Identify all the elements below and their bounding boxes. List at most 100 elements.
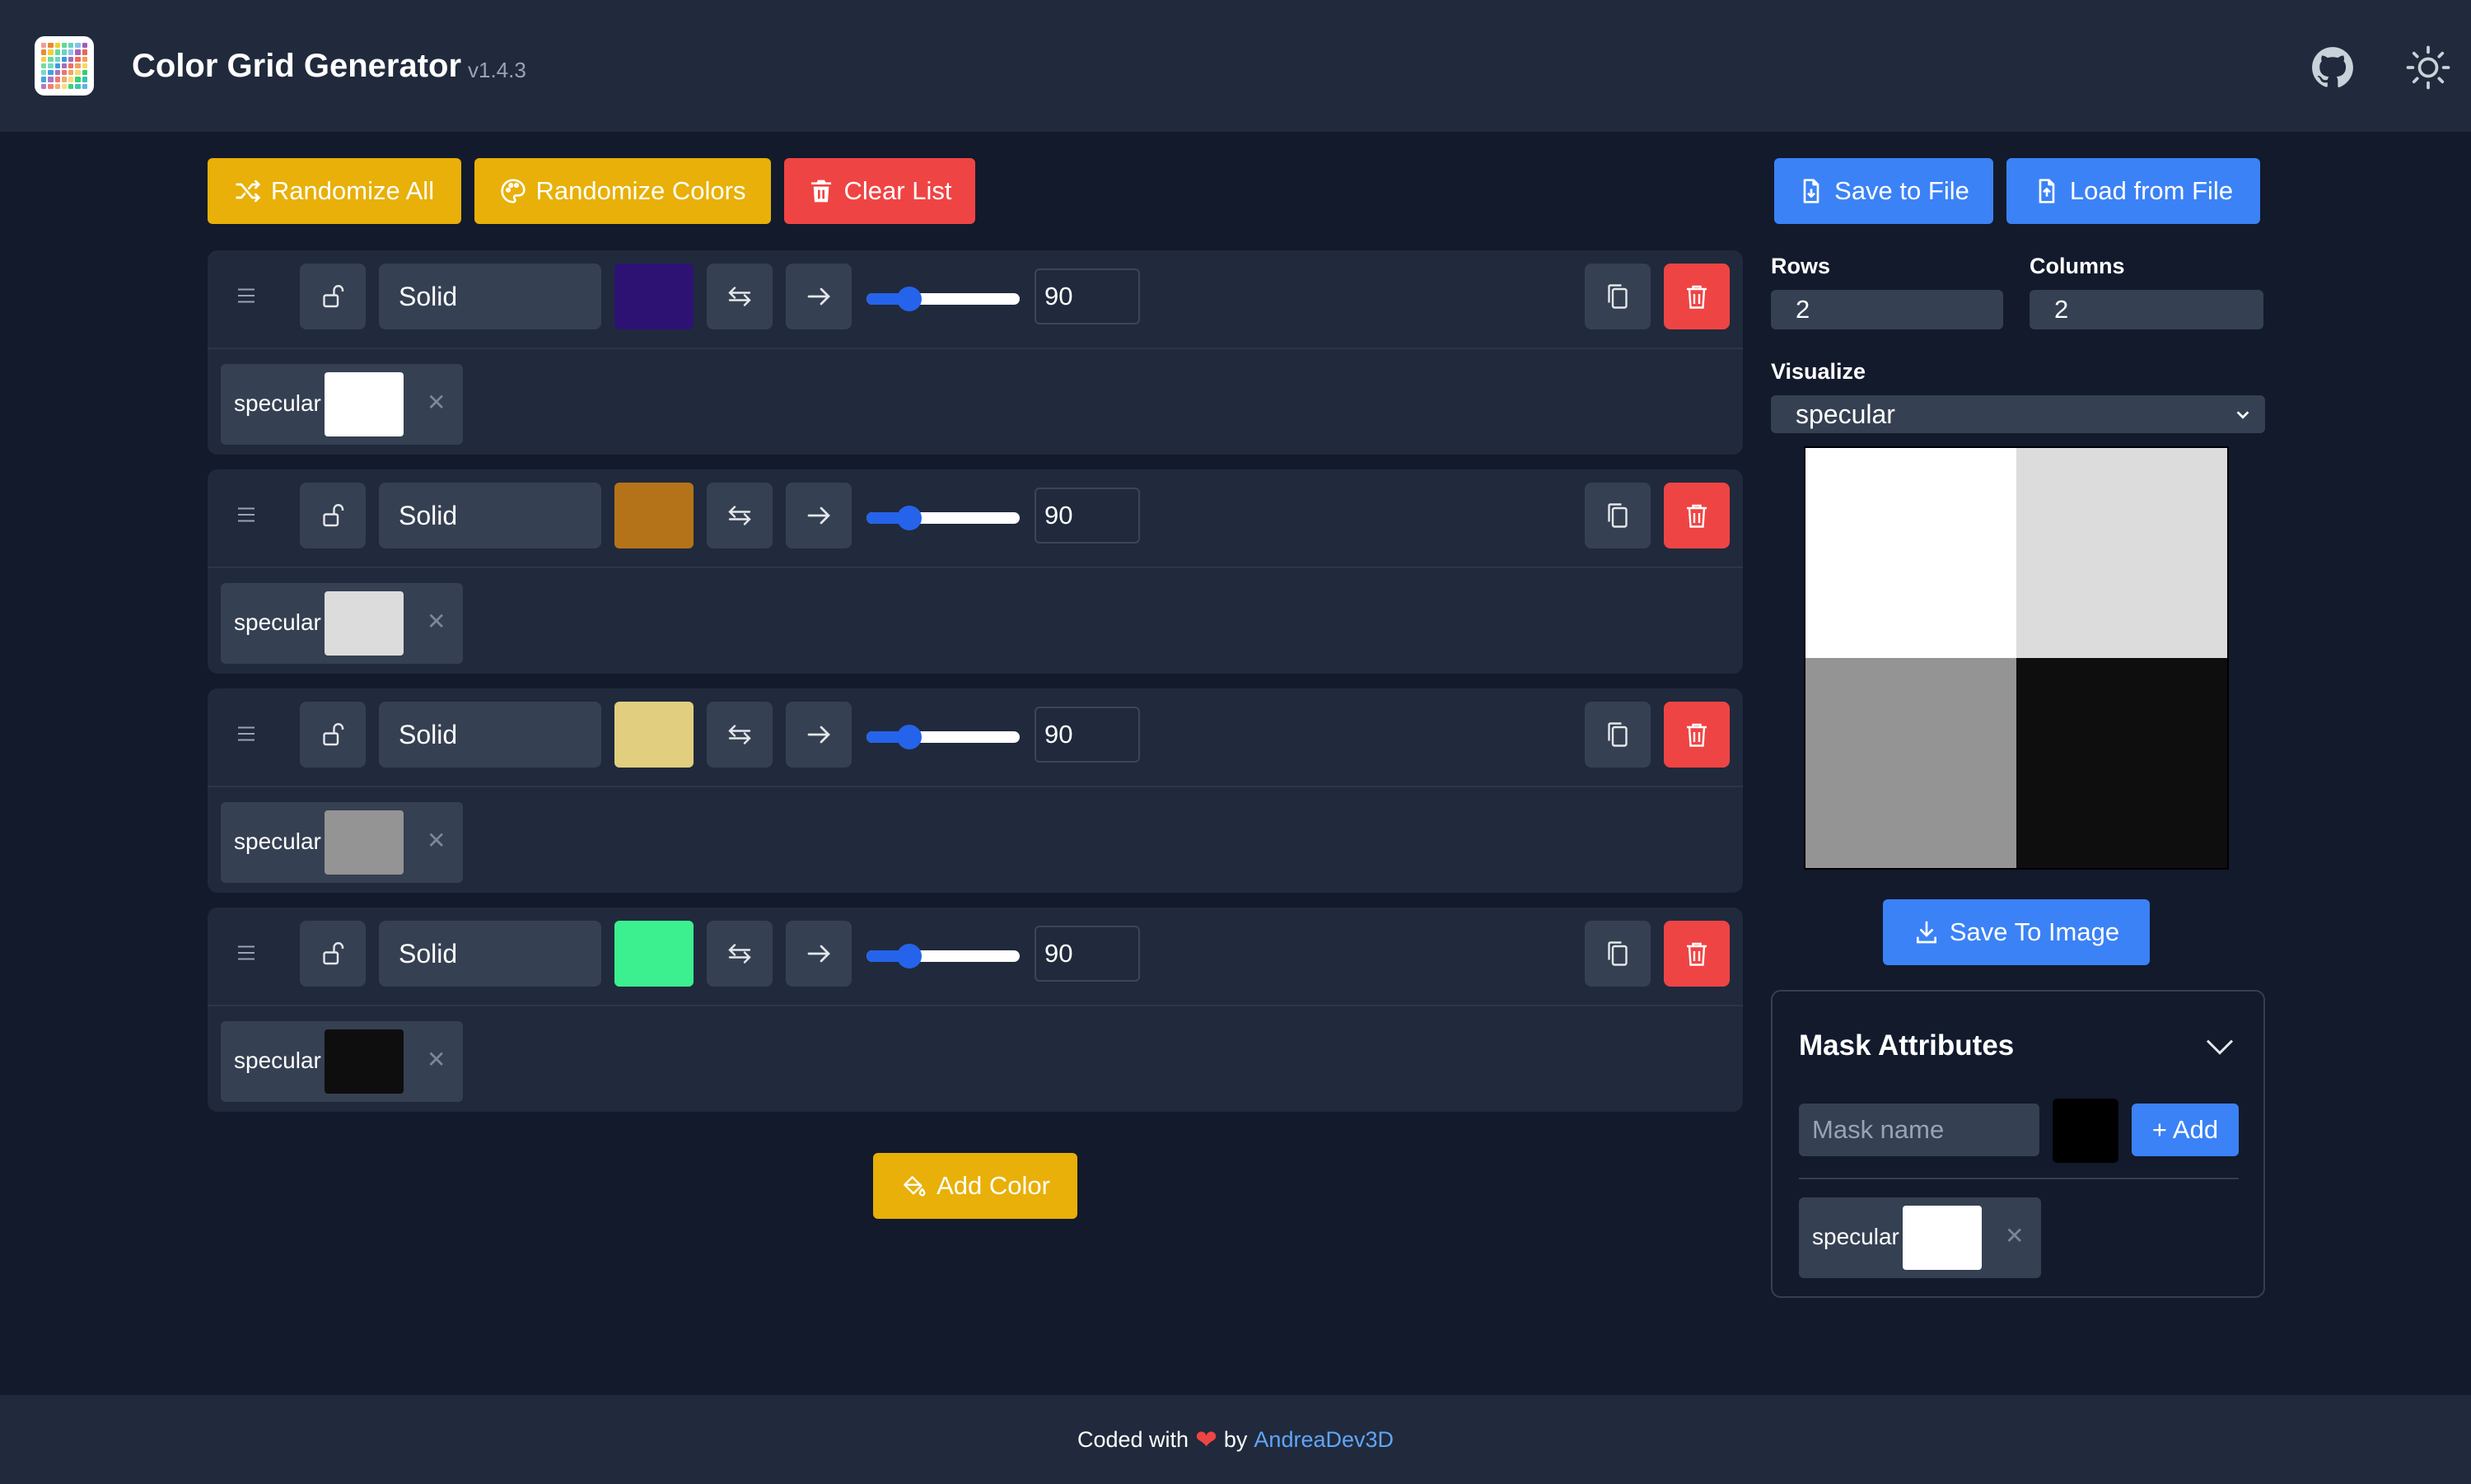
mask-chip-label: specular (234, 1048, 321, 1073)
color-swatch[interactable] (614, 264, 694, 329)
copy-icon (1608, 284, 1628, 309)
drag-handle-icon[interactable] (234, 721, 259, 746)
app-title: Color Grid Generator (132, 48, 462, 84)
fill-type-select[interactable]: Solid (379, 921, 601, 987)
color-swatch[interactable] (614, 483, 694, 548)
intensity-input[interactable]: 90 (1035, 488, 1140, 544)
close-icon[interactable]: ✕ (427, 1046, 446, 1073)
unlock-icon (323, 285, 344, 308)
randomize-colors-label: Randomize Colors (535, 176, 746, 205)
drag-handle-icon[interactable] (234, 283, 259, 308)
mask-chip-swatch[interactable] (325, 372, 404, 436)
file-download-icon (1803, 179, 1819, 203)
intensity-slider[interactable] (866, 293, 1020, 305)
swap-button[interactable] (707, 702, 773, 768)
add-color-label: Add Color (937, 1171, 1050, 1200)
save-to-image-button[interactable]: Save To Image (1883, 899, 2150, 965)
fill-type-select[interactable]: Solid (379, 483, 601, 548)
mask-name-input[interactable]: Mask name (1799, 1104, 2039, 1156)
save-to-file-label: Save to File (1834, 176, 1969, 205)
delete-row-button[interactable] (1664, 702, 1730, 768)
chevron-down-icon[interactable] (2201, 1031, 2239, 1064)
drag-handle-icon[interactable] (234, 502, 259, 527)
unlock-icon (323, 723, 344, 746)
slider-thumb[interactable] (897, 287, 923, 311)
close-icon[interactable]: ✕ (427, 827, 446, 854)
intensity-slider[interactable] (866, 950, 1020, 962)
lock-button[interactable] (300, 921, 366, 987)
github-icon[interactable] (2311, 46, 2354, 89)
visualize-select[interactable]: specular (1771, 395, 2265, 433)
intensity-input[interactable]: 90 (1035, 268, 1140, 324)
slider-thumb[interactable] (897, 506, 923, 530)
trash-icon (810, 180, 831, 203)
duplicate-button[interactable] (1585, 264, 1651, 329)
delete-row-button[interactable] (1664, 483, 1730, 548)
swap-button[interactable] (707, 483, 773, 548)
slider-thumb[interactable] (897, 944, 923, 968)
duplicate-button[interactable] (1585, 702, 1651, 768)
mask-chip-swatch[interactable] (325, 810, 404, 875)
arrow-right-icon (807, 726, 830, 744)
footer-prefix: Coded with (1077, 1426, 1189, 1452)
lock-button[interactable] (300, 264, 366, 329)
lock-button[interactable] (300, 702, 366, 768)
intensity-slider[interactable] (866, 731, 1020, 743)
intensity-input[interactable]: 90 (1035, 707, 1140, 763)
delete-row-button[interactable] (1664, 921, 1730, 987)
trash-icon (1687, 942, 1707, 966)
paint-bucket-icon (904, 1176, 926, 1197)
mask-chip-label: specular (234, 609, 321, 635)
author-link[interactable]: AndreaDev3D (1254, 1427, 1394, 1453)
save-to-image-label: Save To Image (1949, 917, 2120, 946)
mask-chip-swatch[interactable] (325, 1029, 404, 1094)
close-icon[interactable]: ✕ (427, 608, 446, 635)
mask-item-label: specular (1812, 1224, 1899, 1249)
fill-type-select[interactable]: Solid (379, 702, 601, 768)
swap-button[interactable] (707, 264, 773, 329)
swap-button[interactable] (707, 921, 773, 987)
color-swatch[interactable] (614, 702, 694, 768)
duplicate-button[interactable] (1585, 483, 1651, 548)
close-icon[interactable]: ✕ (427, 389, 446, 416)
rows-input[interactable]: 2 (1771, 290, 2003, 329)
preview-cell (2016, 658, 2227, 868)
duplicate-button[interactable] (1585, 921, 1651, 987)
arrow-right-icon (807, 945, 830, 963)
lock-button[interactable] (300, 483, 366, 548)
load-from-file-button[interactable]: Load from File (2006, 158, 2260, 224)
copy-icon (1608, 722, 1628, 747)
mask-color-swatch[interactable] (2053, 1099, 2118, 1163)
mask-item: specular ✕ (1799, 1197, 2041, 1278)
fill-type-select[interactable]: Solid (379, 264, 601, 329)
color-swatch[interactable] (614, 921, 694, 987)
randomize-colors-button[interactable]: Randomize Colors (474, 158, 771, 224)
color-row: Solid 90 specular ✕ (208, 250, 1743, 455)
heart-icon: ❤ (1195, 1425, 1217, 1454)
drag-handle-icon[interactable] (234, 940, 259, 965)
add-color-button[interactable]: Add Color (873, 1153, 1077, 1219)
direction-button[interactable] (786, 702, 852, 768)
arrow-right-icon (807, 506, 830, 525)
slider-thumb[interactable] (897, 725, 923, 749)
mask-chip-label: specular (234, 828, 321, 854)
mask-chip-swatch[interactable] (325, 591, 404, 656)
direction-button[interactable] (786, 483, 852, 548)
color-row: Solid 90 specular ✕ (208, 688, 1743, 893)
add-mask-button[interactable]: + Add (2132, 1104, 2239, 1156)
intensity-input[interactable]: 90 (1035, 926, 1140, 982)
delete-row-button[interactable] (1664, 264, 1730, 329)
direction-button[interactable] (786, 921, 852, 987)
columns-label: Columns (2030, 254, 2125, 278)
clear-list-button[interactable]: Clear List (784, 158, 975, 224)
mask-chip: specular ✕ (221, 802, 463, 883)
intensity-slider[interactable] (866, 512, 1020, 524)
direction-button[interactable] (786, 264, 852, 329)
randomize-all-button[interactable]: Randomize All (208, 158, 461, 224)
sun-icon[interactable] (2405, 44, 2451, 91)
mask-chip: specular ✕ (221, 1021, 463, 1102)
close-icon[interactable]: ✕ (2005, 1222, 2024, 1249)
mask-item-swatch[interactable] (1903, 1206, 1982, 1270)
save-to-file-button[interactable]: Save to File (1774, 158, 1993, 224)
columns-input[interactable]: 2 (2030, 290, 2263, 329)
